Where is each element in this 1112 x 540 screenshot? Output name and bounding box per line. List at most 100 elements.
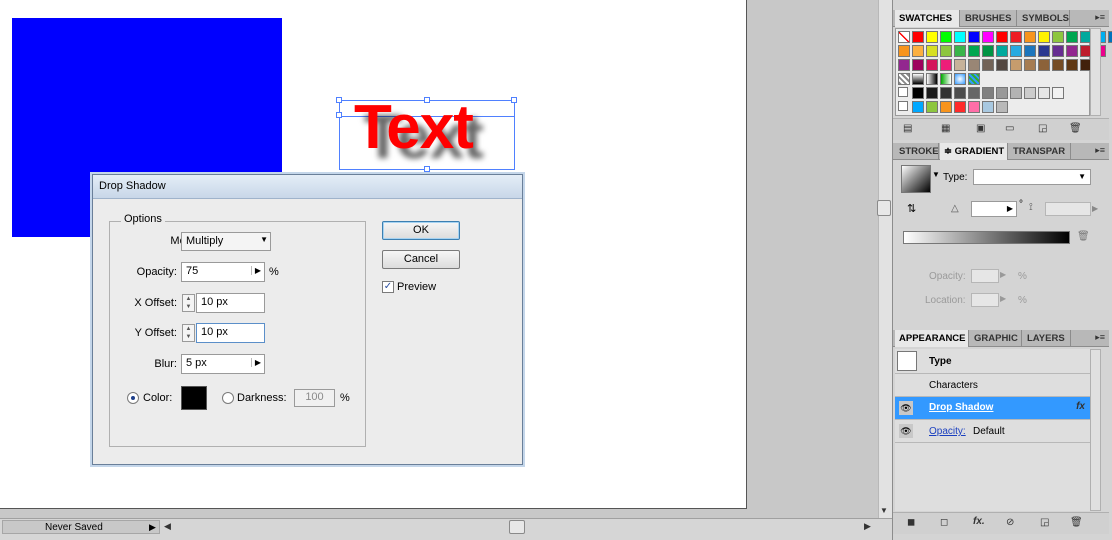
gradient-location-arrow-icon[interactable]: ▶ [1000,294,1006,303]
blur-slider-arrow-icon[interactable]: ▶ [250,358,261,367]
gradient-opacity-arrow-icon[interactable]: ▶ [1000,270,1006,279]
color-swatch[interactable] [898,45,910,57]
gradient-swatch[interactable] [940,73,952,85]
color-swatch[interactable] [1066,59,1078,71]
opacity-slider-arrow-icon[interactable]: ▶ [250,266,261,275]
gradient-swatch[interactable] [912,73,924,85]
aspect-ratio-input[interactable] [1045,202,1091,216]
vertical-scroll-thumb[interactable] [877,200,891,216]
color-swatch[interactable] [940,59,952,71]
color-swatch[interactable] [940,87,952,99]
color-swatch[interactable] [1052,31,1064,43]
reverse-gradient-icon[interactable]: ⇅ [907,202,916,215]
delete-stop-icon[interactable]: 🗑 [1077,231,1090,242]
color-swatch[interactable] [982,101,994,113]
appearance-scrollbar[interactable] [1090,349,1101,511]
color-swatch[interactable] [982,31,994,43]
color-swatch[interactable] [1052,59,1064,71]
opacity-input[interactable]: 75 ▶ [181,262,265,282]
status-menu-arrow-icon[interactable]: ▶ [149,522,156,533]
selection-handle-tc[interactable] [424,97,430,103]
vertical-scrollbar[interactable] [878,0,892,520]
pattern-swatch[interactable] [898,73,910,85]
new-swatch-icon[interactable]: ◲ [1038,123,1047,134]
opacity-row[interactable]: 👁 Opacity: Default [895,420,1090,443]
x-offset-stepper[interactable]: ▲ ▼ [182,294,195,312]
selection-handle-ml[interactable] [336,112,342,118]
color-swatch[interactable] [954,31,966,43]
color-swatch[interactable] [954,45,966,57]
selection-handle-bc[interactable] [424,166,430,172]
ok-button[interactable]: OK [382,221,460,240]
color-swatch[interactable] [898,59,910,71]
color-swatch[interactable] [1066,31,1078,43]
color-swatch[interactable] [912,31,924,43]
scroll-right-arrow-icon[interactable]: ▶ [864,521,871,532]
swatches-grid[interactable] [895,28,1112,116]
aspect-ratio-arrow-icon[interactable]: ▶ [1092,204,1098,213]
status-dropdown[interactable]: Never Saved ▶ [2,520,160,534]
panel-menu-icon[interactable]: ▸≡ [1095,145,1105,156]
tab-symbols[interactable]: SYMBOLS [1018,10,1070,27]
color-swatch[interactable] [1038,87,1050,99]
color-swatch[interactable] [982,87,994,99]
color-swatch[interactable] [1010,59,1022,71]
add-fill-icon[interactable]: ◻ [940,517,948,528]
gradient-type-select[interactable]: ▼ [973,169,1091,185]
show-swatch-kinds-icon[interactable]: ▦ [941,123,950,134]
color-swatch[interactable] [1052,45,1064,57]
color-swatch[interactable] [926,101,938,113]
x-offset-input[interactable]: 10 px [196,293,265,313]
mode-select[interactable]: Multiply ▼ [181,232,271,251]
delete-item-icon[interactable]: 🗑 [1070,517,1083,528]
color-swatch[interactable] [1010,31,1022,43]
color-group-folder-icon[interactable] [898,101,908,111]
tab-graphic-styles[interactable]: GRAPHIC [970,330,1022,347]
tab-transparency[interactable]: TRANSPAR [1009,143,1071,160]
color-swatch[interactable] [968,59,980,71]
color-swatch[interactable] [1038,59,1050,71]
clear-appearance-icon[interactable]: ⊘ [1006,517,1014,528]
y-offset-stepper[interactable]: ▲ ▼ [182,324,195,342]
color-swatch[interactable] [996,101,1008,113]
color-swatch[interactable] [912,87,924,99]
tab-swatches[interactable]: SWATCHES [895,10,960,27]
appearance-object-row[interactable]: Type [895,349,1090,374]
color-swatch[interactable] [1010,87,1022,99]
color-swatch[interactable] [926,59,938,71]
color-swatch[interactable] [926,45,938,57]
scroll-left-arrow-icon[interactable]: ◀ [164,521,171,532]
cancel-button[interactable]: Cancel [382,250,460,269]
color-swatch[interactable] [926,31,938,43]
color-swatch[interactable] [912,101,924,113]
color-swatch[interactable] [982,59,994,71]
color-swatch[interactable] [968,45,980,57]
color-swatch[interactable] [940,45,952,57]
dialog-title[interactable]: Drop Shadow [93,175,522,199]
gradient-dropdown-arrow-icon[interactable]: ▼ [932,170,940,179]
color-swatch[interactable] [968,87,980,99]
gradient-opacity-input[interactable] [971,269,999,283]
color-swatch[interactable] [996,31,1008,43]
color-swatch[interactable] [1024,87,1036,99]
color-swatch[interactable] [940,31,952,43]
tab-appearance[interactable]: APPEARANCE [895,330,969,347]
color-swatch[interactable] [968,101,980,113]
tab-stroke[interactable]: STROKE [895,143,939,160]
horizontal-scroll-thumb[interactable] [509,520,525,534]
color-swatch[interactable] [940,101,952,113]
selection-handle-tr[interactable] [511,97,517,103]
color-swatch[interactable] [1066,45,1078,57]
tab-layers[interactable]: LAYERS [1023,330,1071,347]
preview-checkbox[interactable]: ✓ [382,281,394,293]
opacity-link[interactable]: Opacity: [929,426,966,437]
color-swatch[interactable] [968,31,980,43]
y-offset-input[interactable]: 10 px [196,323,265,343]
swatch-libraries-icon[interactable]: ▤ [903,123,912,134]
color-swatch[interactable] [1052,87,1064,99]
color-swatch[interactable] [1024,31,1036,43]
color-swatch[interactable] [954,101,966,113]
add-effect-fx-icon[interactable]: fx. [973,516,985,527]
color-swatch[interactable] [954,87,966,99]
swatches-scrollbar[interactable] [1090,28,1101,116]
